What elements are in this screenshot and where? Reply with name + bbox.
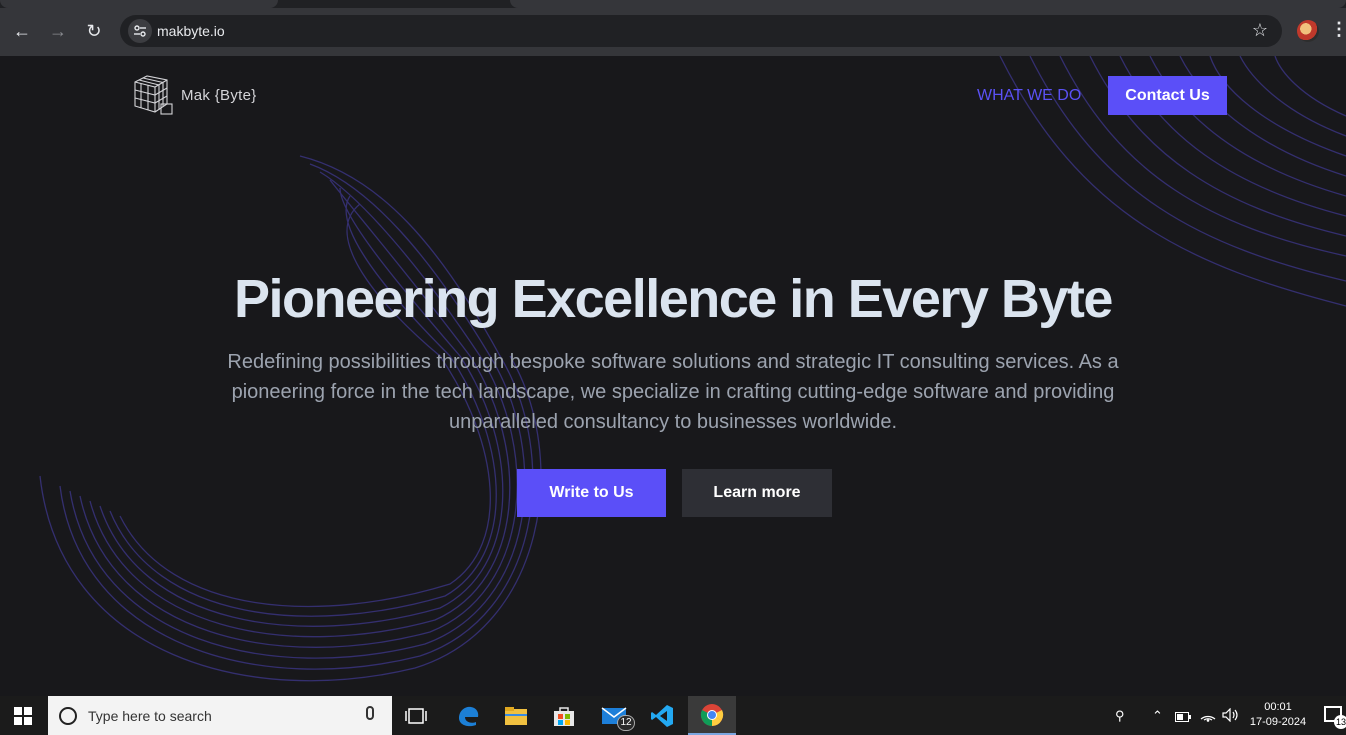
windows-start-icon[interactable] [14,707,32,725]
notification-count-badge: 13 [1334,715,1346,729]
tab-next[interactable] [510,0,1346,8]
site-settings-icon[interactable] [128,19,152,43]
address-bar[interactable]: makbyte.io ☆ [120,15,1282,47]
url-text: makbyte.io [157,23,225,39]
clock-date: 17-09-2024 [1249,716,1307,728]
browser-toolbar: ← → ↻ makbyte.io ☆ ⋮ [0,0,1346,56]
search-placeholder: Type here to search [88,708,212,724]
write-to-us-button[interactable]: Write to Us [517,469,666,517]
vscode-icon[interactable] [638,696,686,735]
system-clock[interactable]: 00:01 17-09-2024 [1244,700,1312,730]
page-content: Mak {Byte} WHAT WE DO Contact Us Pioneer… [0,56,1346,696]
volume-icon[interactable] [1222,707,1240,725]
back-icon[interactable]: ← [10,19,34,43]
learn-more-button[interactable]: Learn more [682,469,832,517]
battery-icon[interactable] [1175,710,1191,725]
cortana-icon [59,707,77,725]
nav-link-what-we-do[interactable]: WHAT WE DO [977,87,1081,105]
site-logo[interactable]: Mak {Byte} [133,74,257,116]
windows-taskbar: Type here to search ⚲ ⌃ 00:01 17-09-2024 [0,696,1346,735]
contact-us-button[interactable]: Contact Us [1108,76,1227,115]
clock-time: 00:01 [1264,701,1292,713]
microphone-icon[interactable] [366,706,374,720]
browser-menu-icon[interactable]: ⋮ [1330,19,1346,40]
cube-logo-icon [134,75,173,115]
profile-avatar[interactable] [1297,20,1319,42]
bookmark-star-icon[interactable]: ☆ [1252,20,1268,41]
logo-text: Mak {Byte} [181,86,257,104]
tab-strip [0,0,1346,8]
file-explorer-icon[interactable] [492,696,540,735]
forward-icon[interactable]: → [46,19,70,43]
chrome-taskbar-icon[interactable] [688,696,736,735]
people-icon[interactable]: ⚲ [1115,708,1125,724]
edge-icon[interactable] [444,696,492,735]
wifi-icon[interactable] [1200,708,1216,725]
tab-previous[interactable] [0,0,278,8]
taskbar-search-box[interactable]: Type here to search [48,696,392,735]
hero-headline: Pioneering Excellence in Every Byte [234,269,1113,329]
hero-subtitle: Redefining possibilities through bespoke… [227,351,1119,433]
show-hidden-icons-icon[interactable]: ⌃ [1152,708,1163,724]
microsoft-store-icon[interactable] [540,696,588,735]
task-view-icon[interactable] [392,696,440,735]
reload-icon[interactable]: ↻ [82,19,106,43]
mail-unread-badge: 12 [617,715,635,731]
